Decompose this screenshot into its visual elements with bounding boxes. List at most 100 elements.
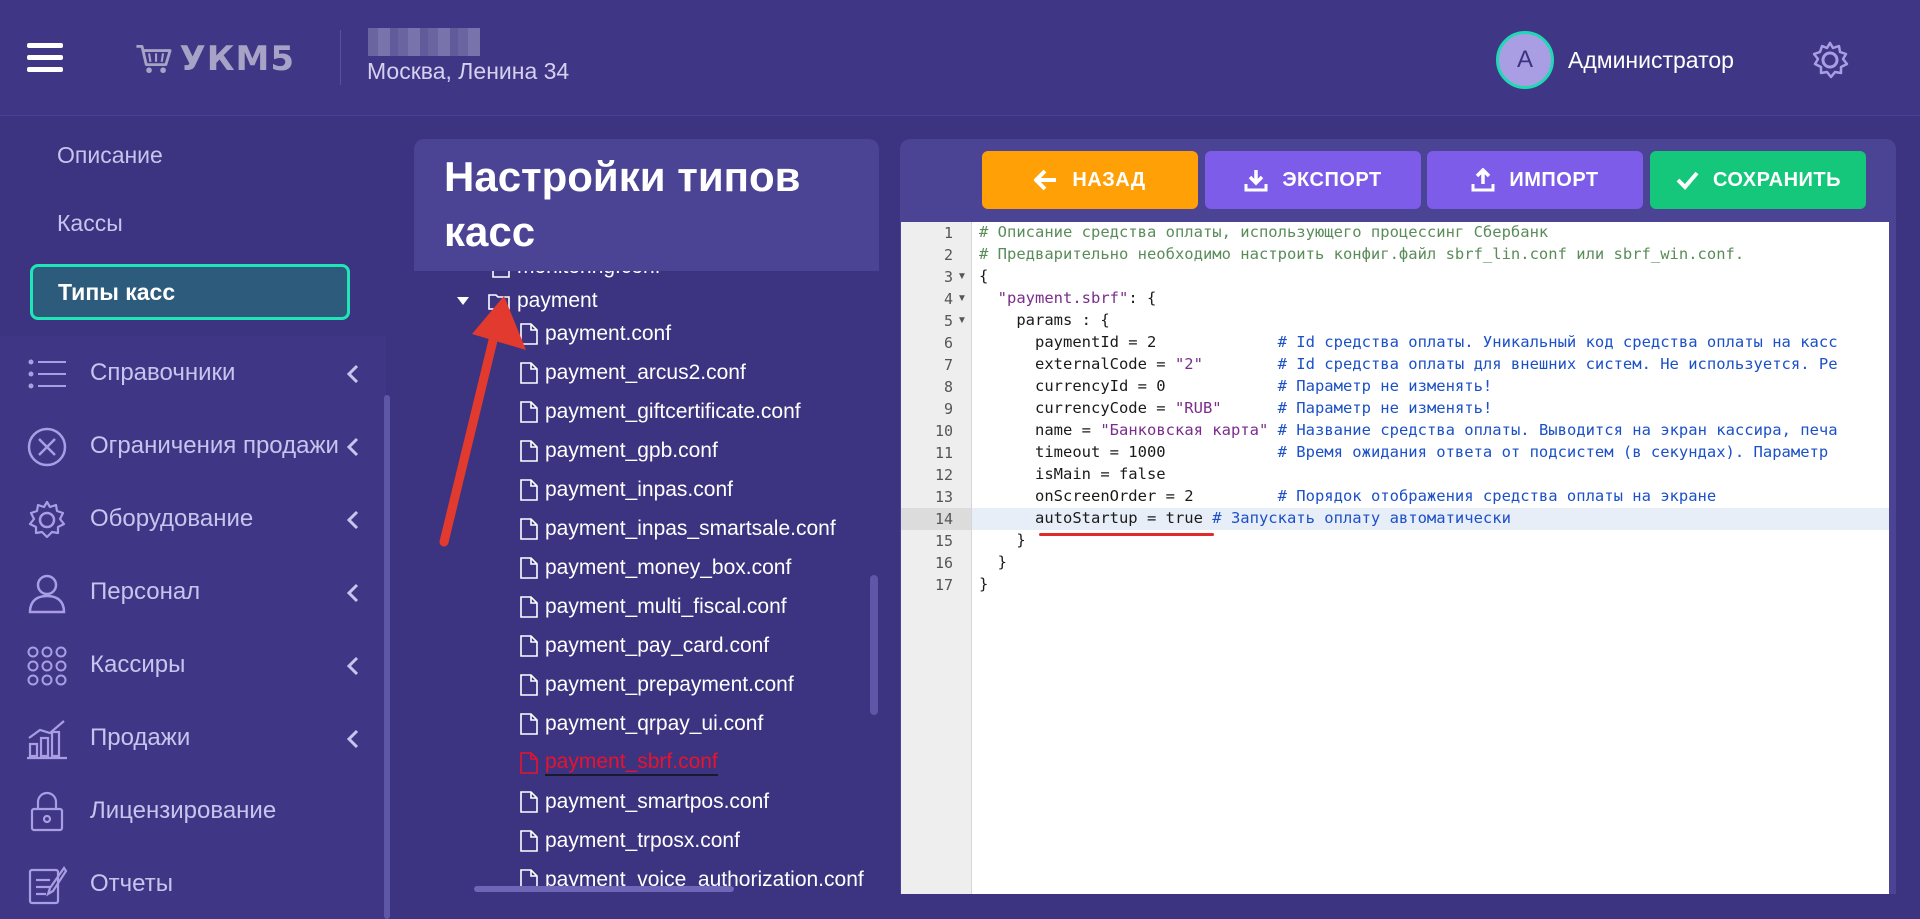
button-label: ЭКСПОРТ — [1282, 168, 1382, 191]
tree-file[interactable]: payment_multi_fiscal.conf — [520, 589, 787, 625]
sidebar-item-cashiers[interactable]: Кассиры — [0, 635, 380, 695]
menu-icon[interactable] — [27, 43, 63, 73]
button-label: НАЗАД — [1072, 168, 1146, 191]
tree-item-label: payment_inpas.conf — [545, 478, 733, 501]
sidebar-item-label: Кассиры — [90, 651, 186, 678]
chevron-left-icon — [346, 729, 359, 749]
upload-icon — [1471, 168, 1495, 192]
line-number: 8 — [943, 378, 953, 396]
code-line: "payment.sbrf": { — [997, 289, 1157, 307]
sidebar-item-directories[interactable]: Справочники — [0, 343, 380, 403]
chevron-left-icon — [346, 583, 359, 603]
divider — [340, 30, 341, 85]
export-button[interactable]: ЭКСПОРТ — [1205, 151, 1421, 209]
sidebar-item-label: Справочники — [90, 359, 236, 386]
back-button[interactable]: НАЗАД — [982, 151, 1198, 209]
tree-vertical-scrollbar[interactable] — [870, 575, 878, 715]
tree-file[interactable]: payment_money_box.conf — [520, 550, 791, 586]
sidebar-item-description[interactable]: Описание — [57, 142, 163, 169]
line-number: 5 — [943, 312, 953, 330]
line-number: 6 — [943, 334, 953, 352]
tree-item-label: payment_inpas_smartsale.conf — [545, 517, 836, 540]
chevron-left-icon — [346, 510, 359, 530]
save-button[interactable]: СОХРАНИТЬ — [1650, 151, 1866, 209]
line-number: 15 — [934, 532, 953, 550]
sidebar-item-label: Ограничения продажи — [90, 432, 339, 459]
tree-file[interactable]: payment_gpb.conf — [520, 433, 718, 469]
tree-item-label: payment_qrpay_ui.conf — [545, 712, 764, 735]
gear-icon — [28, 500, 66, 539]
sidebar-item-reports[interactable]: Отчеты — [0, 854, 380, 914]
tree-file-selected[interactable]: payment_sbrf.conf — [520, 745, 718, 781]
tree-file[interactable]: payment_qrpay_ui.conf — [520, 706, 763, 742]
file-icon — [520, 557, 538, 579]
tree-file[interactable]: payment_inpas.conf — [520, 472, 733, 508]
line-number: 4 — [943, 290, 953, 308]
code-line: params : { — [979, 311, 1110, 329]
sidebar-item-cash-registers[interactable]: Кассы — [57, 210, 123, 237]
tree-item-label: payment_money_box.conf — [545, 556, 792, 579]
cancel-circle-icon — [27, 427, 67, 467]
line-number: 11 — [934, 444, 953, 462]
sidebar: Описание Кассы Типы касс Справочники Огр… — [0, 116, 390, 919]
store-name-blurred — [368, 28, 480, 56]
line-number: 16 — [934, 554, 953, 572]
tree-item-label: payment.conf — [545, 322, 672, 345]
tree-file[interactable]: payment_arcus2.conf — [520, 355, 746, 391]
code-line: { — [979, 267, 989, 285]
sidebar-item-label: Продажи — [90, 724, 191, 751]
code-line: } — [979, 531, 1026, 549]
sidebar-item-sale-restrictions[interactable]: Ограничения продажи — [0, 416, 380, 476]
page-title: Настройки типов касс — [444, 153, 801, 255]
annotation-arrow-icon — [439, 296, 526, 547]
code-editor[interactable]: 1 # Описание средства оплаты, использующе… — [901, 222, 1889, 894]
sidebar-item-licensing[interactable]: Лицензирование — [0, 781, 380, 841]
tree-file[interactable]: payment_giftcertificate.conf — [520, 394, 801, 430]
sidebar-item-register-types[interactable]: Типы касс — [30, 264, 350, 320]
tree-file[interactable]: payment_pay_card.conf — [520, 628, 769, 664]
logo-text: УКМ5 — [179, 39, 295, 79]
tree-item-label: payment_trposx.conf — [545, 829, 740, 852]
tree-item-label: monitoring.conf — [517, 271, 661, 279]
sidebar-item-label: Персонал — [90, 578, 201, 605]
username[interactable]: Администратор — [1568, 47, 1734, 74]
download-icon — [1244, 170, 1268, 192]
sidebar-item-label: Типы касс — [58, 278, 176, 305]
line-number: 17 — [934, 576, 953, 594]
tree-file[interactable]: payment.conf — [520, 316, 671, 352]
code-line: name = "Банковская карта" # Название сре… — [979, 421, 1838, 439]
fold-toggle-icon[interactable]: ▼ — [957, 271, 967, 282]
line-number: 9 — [943, 400, 953, 418]
tree-file[interactable]: payment_trposx.conf — [520, 823, 740, 859]
sidebar-item-label: Отчеты — [90, 870, 173, 897]
chevron-left-icon — [346, 656, 359, 676]
file-icon — [520, 596, 538, 618]
code-line: currencyId = 0 # Параметр не изменять! — [979, 377, 1493, 395]
fold-toggle-icon[interactable]: ▼ — [957, 293, 967, 304]
list-icon — [28, 359, 66, 389]
settings-gear-icon[interactable] — [1810, 40, 1850, 80]
arrow-left-icon — [1034, 169, 1057, 191]
sidebar-item-equipment[interactable]: Оборудование — [0, 489, 380, 549]
import-button[interactable]: ИМПОРТ — [1427, 151, 1643, 209]
code-line: } — [979, 553, 1007, 571]
fold-toggle-icon[interactable]: ▼ — [957, 315, 967, 326]
tree-item-label: payment_sbrf.conf — [545, 750, 718, 776]
sidebar-scrollbar[interactable] — [384, 395, 390, 919]
tree-file[interactable]: payment_prepayment.conf — [520, 667, 794, 703]
code-line: autoStartup = true # Запускать оплату ав… — [979, 509, 1511, 527]
avatar[interactable]: А — [1496, 31, 1554, 89]
sidebar-item-sales[interactable]: Продажи — [0, 708, 380, 768]
tree-file[interactable]: payment_inpas_smartsale.conf — [520, 511, 836, 547]
tree-horizontal-scrollbar[interactable] — [474, 886, 734, 892]
store-address: Москва, Ленина 34 — [367, 58, 570, 84]
dots-grid-icon — [27, 646, 67, 686]
code-line: paymentId = 2 # Id средства оплаты. Уник… — [979, 333, 1838, 351]
tree-item-label: payment_gpb.conf — [545, 439, 718, 462]
tree-file[interactable]: payment_smartpos.conf — [520, 784, 769, 820]
code-line: } — [979, 575, 989, 593]
code-line: isMain = false — [979, 465, 1166, 483]
sidebar-item-staff[interactable]: Персонал — [0, 562, 380, 622]
logo[interactable]: УКМ5 — [135, 34, 295, 84]
file-icon — [492, 271, 510, 278]
